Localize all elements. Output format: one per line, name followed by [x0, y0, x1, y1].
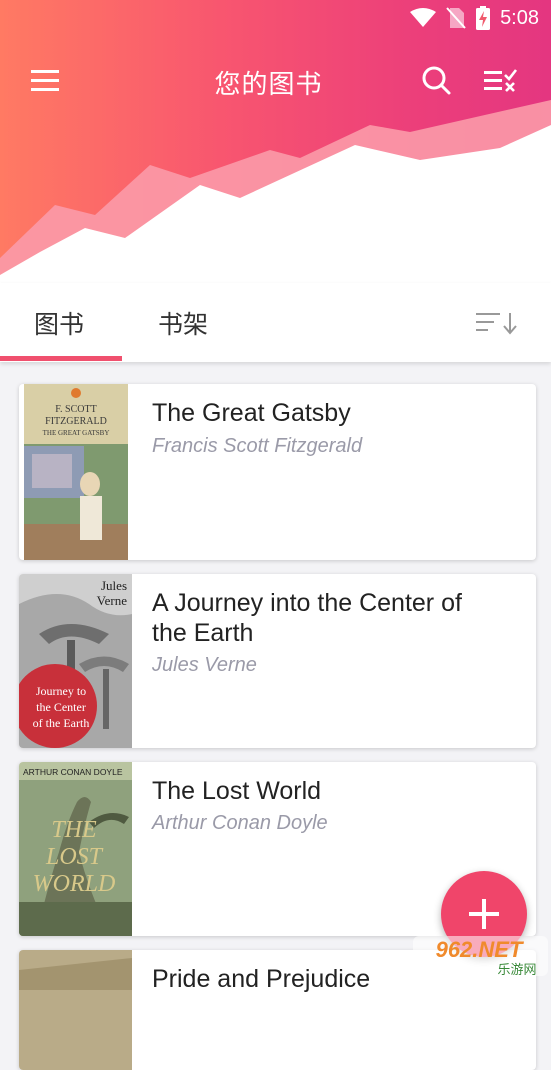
watermark-logo: 962.NET 乐游网 [413, 934, 548, 978]
wifi-icon [410, 8, 437, 27]
book-title: The Lost World [152, 777, 322, 805]
select-list-icon [484, 69, 518, 92]
cover-line-2: Verne [97, 593, 128, 608]
search-icon [422, 66, 451, 95]
header-background [0, 0, 551, 300]
cover-line-4: the Center [36, 700, 86, 714]
book-cover-journey-center-earth: Jules Verne Journey to the Center of the… [19, 574, 132, 748]
tab-bookshelf[interactable]: 书架 [158, 305, 208, 341]
sort-descending-icon [476, 313, 517, 335]
cover-line-1: F. SCOTT [55, 404, 96, 415]
book-author: Jules Verne [152, 654, 257, 676]
cover-line-3: Journey to [36, 684, 86, 698]
watermark-subtext: 乐游网 [497, 963, 536, 978]
cover-line-4: WORLD [33, 871, 116, 897]
tab-bar: 图书 书架 [0, 283, 551, 362]
sort-button[interactable] [474, 310, 520, 336]
cover-line-5: of the Earth [33, 716, 90, 730]
book-author: Arthur Conan Doyle [152, 812, 328, 834]
book-cover-pride-prejudice [19, 950, 132, 1070]
cover-line-1: Jules [101, 578, 127, 593]
page-title: 您的图书 [214, 69, 323, 99]
select-list-button[interactable] [480, 62, 520, 98]
book-card-great-gatsby[interactable]: F. SCOTT FITZGERALD THE GREAT GATSBY The… [19, 384, 536, 560]
cover-line-3: THE GREAT GATSBY [43, 429, 110, 437]
battery-charging-icon [476, 6, 491, 30]
cover-line-1: ARTHUR CONAN DOYLE [23, 767, 123, 777]
book-cover-lost-world: ARTHUR CONAN DOYLE THE LOST WORLD [19, 762, 132, 936]
active-tab-indicator [0, 356, 122, 361]
cover-line-3: LOST [45, 844, 104, 870]
watermark-text: 962.NET [436, 937, 524, 962]
book-cover-great-gatsby: F. SCOTT FITZGERALD THE GREAT GATSBY [24, 384, 128, 560]
tab-books[interactable]: 图书 [34, 305, 84, 341]
status-bar: 5:08 [0, 0, 551, 38]
toolbar: 您的图书 [0, 50, 551, 110]
header-wave-decoration [0, 100, 551, 300]
book-author: Francis Scott Fitzgerald [152, 435, 363, 457]
cover-line-2: FITZGERALD [45, 416, 107, 427]
book-title: A Journey into the Center of the Earth [152, 589, 462, 647]
cover-line-2: THE [51, 817, 97, 843]
status-clock: 5:08 [500, 6, 539, 29]
book-title: The Great Gatsby [152, 399, 351, 427]
search-button[interactable] [418, 62, 454, 98]
no-sim-icon [446, 7, 466, 29]
book-card-journey-center-earth[interactable]: Jules Verne Journey to the Center of the… [19, 574, 536, 748]
